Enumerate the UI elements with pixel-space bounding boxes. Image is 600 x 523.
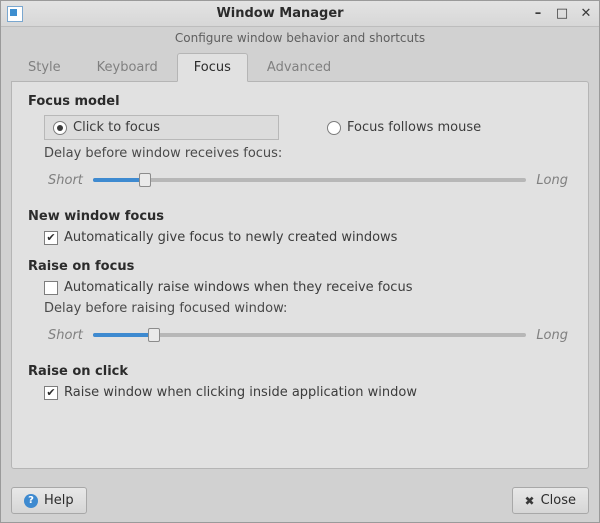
raise-delay-label: Delay before raising focused window:: [44, 301, 572, 316]
radio-icon: [327, 121, 341, 135]
window-subtitle: Configure window behavior and shortcuts: [1, 27, 599, 53]
slider-fill: [93, 333, 154, 337]
slider-short-label: Short: [48, 173, 83, 188]
close-window-icon[interactable]: ✕: [579, 6, 593, 21]
focus-model-radio-row: Click to focus Focus follows mouse: [44, 115, 572, 140]
help-icon: ?: [24, 494, 38, 508]
content-area: Style Keyboard Focus Advanced Focus mode…: [1, 53, 599, 479]
raise-delay-slider[interactable]: [93, 326, 526, 344]
slider-long-label: Long: [536, 173, 568, 188]
auto-raise-label: Automatically raise windows when they re…: [64, 280, 412, 295]
raise-on-click-label: Raise window when clicking inside applic…: [64, 385, 417, 400]
dialog-footer: ? Help ✖ Close: [1, 479, 599, 522]
radio-icon: [53, 121, 67, 135]
window-controls: – □ ✕: [531, 6, 593, 21]
tab-row: Style Keyboard Focus Advanced: [11, 53, 589, 81]
tab-keyboard[interactable]: Keyboard: [80, 53, 175, 81]
checkbox-icon: [44, 281, 58, 295]
click-to-focus-label: Click to focus: [73, 120, 160, 135]
app-icon: [7, 6, 23, 22]
minimize-icon[interactable]: –: [531, 6, 545, 21]
raise-on-focus-section: Raise on focus Automatically raise windo…: [28, 259, 572, 350]
close-button-label: Close: [541, 493, 576, 508]
focus-model-section: Focus model Click to focus Focus follows…: [28, 94, 572, 195]
focus-follows-mouse-radio[interactable]: Focus follows mouse: [319, 116, 489, 139]
help-button-label: Help: [44, 493, 74, 508]
checkbox-icon: [44, 386, 58, 400]
auto-raise-checkbox[interactable]: Automatically raise windows when they re…: [44, 280, 572, 295]
slider-thumb-icon[interactable]: [139, 173, 151, 187]
raise-on-click-checkbox[interactable]: Raise window when clicking inside applic…: [44, 385, 572, 400]
focus-follows-mouse-label: Focus follows mouse: [347, 120, 481, 135]
tab-focus[interactable]: Focus: [177, 53, 248, 82]
slider-short-label: Short: [48, 328, 83, 343]
focus-delay-slider[interactable]: [93, 171, 526, 189]
new-window-focus-section: New window focus Automatically give focu…: [28, 209, 572, 245]
raise-on-focus-heading: Raise on focus: [28, 259, 572, 274]
titlebar[interactable]: Window Manager – □ ✕: [1, 1, 599, 27]
slider-fill: [93, 178, 145, 182]
focus-delay-slider-row: Short Long: [44, 165, 572, 195]
slider-long-label: Long: [536, 328, 568, 343]
window-manager-dialog: Window Manager – □ ✕ Configure window be…: [0, 0, 600, 523]
slider-thumb-icon[interactable]: [148, 328, 160, 342]
close-icon: ✖: [525, 494, 535, 508]
focus-delay-label: Delay before window receives focus:: [44, 146, 572, 161]
help-button[interactable]: ? Help: [11, 487, 87, 514]
close-button[interactable]: ✖ Close: [512, 487, 589, 514]
slider-track: [93, 178, 526, 182]
click-to-focus-radio[interactable]: Click to focus: [44, 115, 279, 140]
tab-advanced[interactable]: Advanced: [250, 53, 348, 81]
maximize-icon[interactable]: □: [555, 6, 569, 21]
raise-on-click-heading: Raise on click: [28, 364, 572, 379]
focus-tab-page: Focus model Click to focus Focus follows…: [11, 81, 589, 469]
auto-focus-new-checkbox[interactable]: Automatically give focus to newly create…: [44, 230, 572, 245]
new-window-focus-heading: New window focus: [28, 209, 572, 224]
checkbox-icon: [44, 231, 58, 245]
raise-on-click-section: Raise on click Raise window when clickin…: [28, 364, 572, 400]
tab-style[interactable]: Style: [11, 53, 78, 81]
raise-delay-slider-row: Short Long: [44, 320, 572, 350]
window-title: Window Manager: [29, 6, 531, 21]
focus-model-heading: Focus model: [28, 94, 572, 109]
auto-focus-new-label: Automatically give focus to newly create…: [64, 230, 397, 245]
